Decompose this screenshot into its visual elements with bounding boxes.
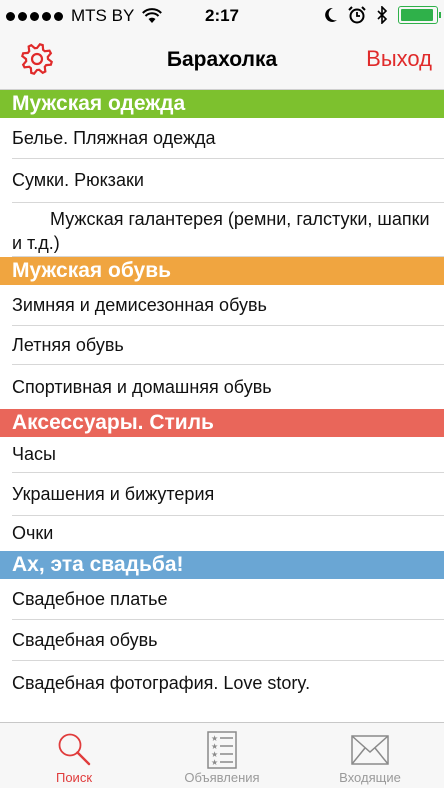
battery-fill — [401, 9, 434, 21]
battery-icon — [398, 6, 441, 24]
tab-inbox[interactable]: Входящие — [296, 723, 444, 788]
list-item[interactable]: Часы — [12, 437, 444, 473]
list-item[interactable]: Свадебная фотография. Love story. — [12, 661, 444, 705]
bluetooth-icon — [377, 6, 388, 24]
list-item-label: Спортивная и домашняя обувь — [12, 376, 272, 397]
list-item[interactable]: Свадебное платье — [12, 579, 444, 620]
list-item-label: Очки — [12, 523, 54, 543]
list-item[interactable]: Белье. Пляжная одежда — [12, 118, 444, 159]
list-item-label: Украшения и бижутерия — [12, 483, 215, 504]
svg-text:★: ★ — [211, 758, 218, 767]
status-right — [324, 6, 441, 24]
list-item[interactable]: Очки — [12, 516, 444, 551]
list-item-label: Белье. Пляжная одежда — [12, 127, 216, 148]
list-item[interactable]: Сумки. Рюкзаки — [12, 159, 444, 203]
list-item[interactable]: Спортивная и домашняя обувь — [12, 365, 444, 409]
envelope-icon — [351, 735, 389, 765]
list-item-label: Летняя обувь — [12, 334, 124, 355]
list-item-label: Зимняя и демисезонная обувь — [12, 294, 267, 315]
moon-icon — [325, 7, 337, 22]
tab-bar: Поиск ★ ★ ★ ★ Объявления Входящие — [0, 722, 444, 788]
tab-search[interactable]: Поиск — [0, 723, 148, 788]
tab-label: Входящие — [339, 770, 401, 785]
tab-label: Поиск — [55, 770, 93, 785]
section-header-wedding: Ах, эта свадьба! — [0, 551, 444, 579]
list-item-label: Свадебная обувь — [12, 629, 158, 650]
list-item[interactable]: Зимняя и демисезонная обувь — [12, 285, 444, 326]
list-item-label: Сумки. Рюкзаки — [12, 170, 144, 190]
tab-label: Объявления — [184, 770, 260, 785]
section-header-mens-clothing: Мужская одежда — [0, 90, 444, 118]
status-bar: MTS BY 2:17 — [0, 0, 444, 36]
list-item-label: Мужская галантерея (ремни, галстуки, шап… — [12, 209, 430, 253]
list-item[interactable]: Свадебная обувь — [12, 620, 444, 661]
section-header-mens-shoes: Мужская обувь — [0, 257, 444, 285]
section-header-accessories: Аксессуары. Стиль — [0, 409, 444, 437]
nav-bar: Барахолка Выход — [0, 36, 444, 90]
list-item[interactable]: Летняя обувь — [12, 326, 444, 365]
list-item-label: Свадебное платье — [12, 588, 168, 609]
alarm-icon — [348, 6, 366, 24]
search-icon — [58, 733, 91, 766]
list-item[interactable]: Мужская галантерея (ремни, галстуки, шап… — [12, 203, 444, 257]
list-item-label: Часы — [12, 444, 56, 464]
list-icon: ★ ★ ★ ★ — [207, 731, 237, 769]
list-item[interactable]: Украшения и бижутерия — [12, 473, 444, 516]
tab-listings[interactable]: ★ ★ ★ ★ Объявления — [148, 723, 296, 788]
list-item-label: Свадебная фотография. Love story. — [12, 672, 311, 693]
logout-button[interactable]: Выход — [366, 46, 432, 72]
category-list: Мужская одежда Белье. Пляжная одежда Сум… — [0, 90, 444, 722]
